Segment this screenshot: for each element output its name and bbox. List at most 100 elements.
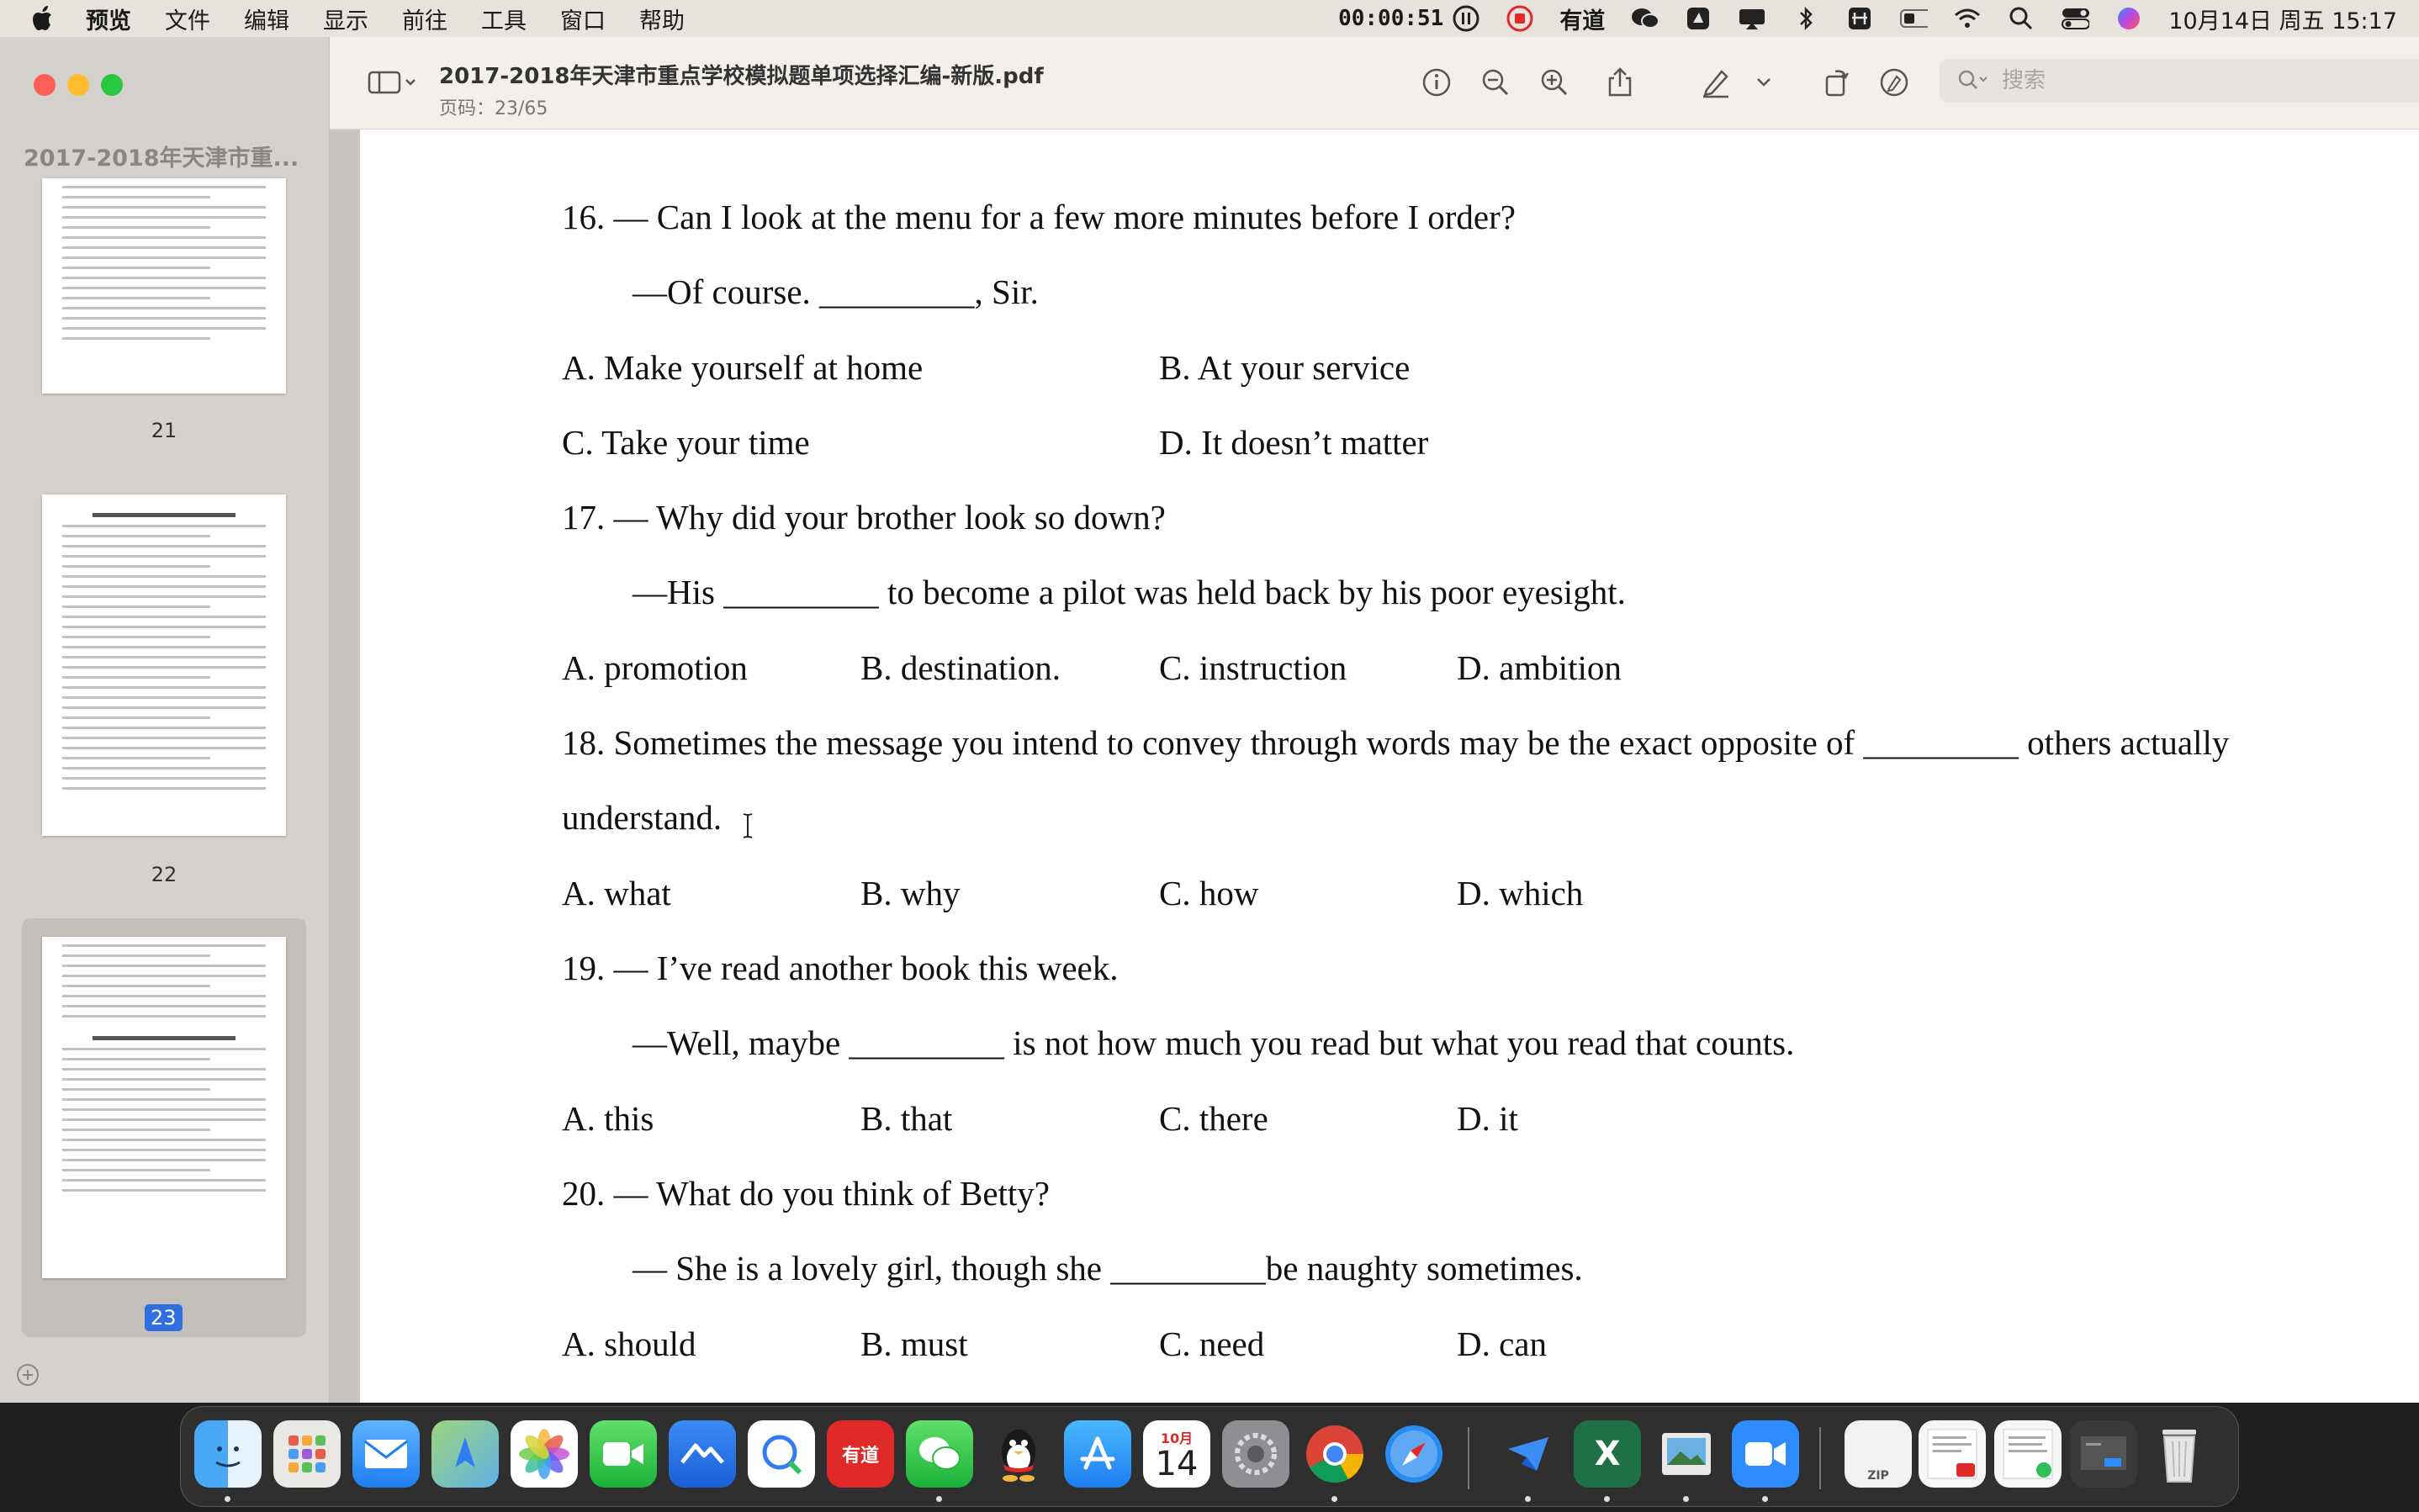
zip-file-icon[interactable]: ZIP <box>1845 1420 1912 1488</box>
question-17-option-d: D. ambition <box>1457 648 1622 687</box>
close-button[interactable] <box>34 74 56 96</box>
calendar-icon[interactable]: 10月 14 <box>1143 1420 1210 1488</box>
thumbnail-heading <box>93 1036 236 1040</box>
question-18-option-b: B. why <box>860 874 961 912</box>
annotate-circle-icon[interactable] <box>1876 64 1913 101</box>
mail-icon[interactable] <box>352 1420 420 1488</box>
calendar-day: 14 <box>1155 1445 1199 1483</box>
pause-icon[interactable] <box>1452 5 1480 32</box>
screen-mirror-icon[interactable] <box>1738 6 1766 31</box>
document-view[interactable]: 16. — Can I look at the menu for a few m… <box>330 130 2419 1403</box>
apple-icon[interactable] <box>32 4 57 33</box>
siri-icon[interactable] <box>2115 6 2143 31</box>
thumbnail-heading <box>93 513 236 517</box>
messages-search-icon[interactable] <box>748 1420 815 1488</box>
maps-icon[interactable] <box>431 1420 499 1488</box>
markup-pen-icon[interactable] <box>1697 64 1734 101</box>
finder-icon[interactable] <box>194 1420 262 1488</box>
downloads-stack-icon[interactable] <box>1919 1420 1986 1488</box>
system-settings-icon[interactable] <box>1222 1420 1289 1488</box>
rotate-icon[interactable] <box>1817 64 1854 101</box>
recording-timer: 00:00:51 <box>1338 6 1444 31</box>
page-thumbnail-21[interactable] <box>42 178 286 394</box>
search-icon <box>1958 70 1988 89</box>
photos-icon[interactable] <box>511 1420 578 1488</box>
running-indicator <box>1683 1496 1689 1502</box>
question-16-option-b: B. At your service <box>1159 348 1411 387</box>
chrome-icon[interactable] <box>1301 1420 1368 1488</box>
clock-datetime[interactable]: 10月14日 周五 15:17 <box>2168 3 2397 35</box>
document-info: 2017-2018年天津市重点学校模拟题单项选择汇编-新版.pdf 页码：23/… <box>439 59 1044 120</box>
page-thumbnail-22[interactable] <box>42 494 286 836</box>
info-icon[interactable] <box>1418 64 1455 101</box>
pdf-page[interactable]: 16. — Can I look at the menu for a few m… <box>360 130 2419 1403</box>
stop-record-icon[interactable] <box>1506 5 1534 32</box>
feishu-dock-icon[interactable] <box>1495 1420 1562 1488</box>
running-indicator <box>1331 1496 1337 1502</box>
lark-icon[interactable] <box>669 1420 736 1488</box>
question-18-stem-cont: understand. <box>562 798 723 837</box>
text-cursor-icon <box>743 813 753 838</box>
minimize-button[interactable] <box>67 74 89 96</box>
add-plus-icon[interactable] <box>15 1362 40 1388</box>
preview-app-icon[interactable] <box>1653 1420 1720 1488</box>
running-indicator <box>1604 1496 1610 1502</box>
zoom-in-icon[interactable] <box>1536 64 1573 101</box>
sidebar-toggle-icon[interactable] <box>363 64 422 101</box>
menu-edit[interactable]: 编辑 <box>244 3 289 35</box>
safari-icon[interactable] <box>1380 1420 1448 1488</box>
menu-bar: 预览 文件 编辑 显示 前往 工具 窗口 帮助 00:00:51 有道 10月1… <box>0 0 2419 37</box>
documents-stack-icon[interactable] <box>1994 1420 2062 1488</box>
input-method-icon[interactable] <box>1845 6 1874 31</box>
app-store-icon[interactable] <box>1064 1420 1131 1488</box>
youdao-dock-label: 有道 <box>841 1446 879 1467</box>
screenshots-stack-icon[interactable] <box>2070 1420 2137 1488</box>
thumbnail-sidebar: 2017-2018年天津市重... 21 22 23 <box>0 37 330 1403</box>
control-center-icon[interactable] <box>2061 6 2090 31</box>
menu-app-preview[interactable]: 预览 <box>86 3 131 35</box>
question-19-stem: 19. — I’ve read another book this week. <box>562 949 1119 987</box>
page-number-21: 21 <box>151 419 177 442</box>
qq-icon[interactable] <box>985 1420 1052 1488</box>
question-20-option-b: B. must <box>860 1324 968 1363</box>
trash-icon[interactable] <box>2146 1420 2213 1488</box>
menu-help[interactable]: 帮助 <box>639 3 685 35</box>
excel-letter: X <box>1594 1435 1621 1473</box>
menu-view[interactable]: 显示 <box>323 3 368 35</box>
question-19-option-a: A. this <box>562 1099 654 1138</box>
launchpad-icon[interactable] <box>273 1420 341 1488</box>
zoom-app-icon[interactable] <box>1732 1420 1799 1488</box>
wifi-icon[interactable] <box>1953 6 1982 31</box>
share-icon[interactable] <box>1601 64 1638 101</box>
search-field[interactable] <box>1940 59 2419 103</box>
bluetooth-icon[interactable] <box>1792 6 1820 31</box>
chevron-down-icon[interactable] <box>1751 64 1776 101</box>
youdao-menu-item[interactable]: 有道 <box>1559 3 1605 35</box>
menu-file[interactable]: 文件 <box>165 3 210 35</box>
spotlight-search-icon[interactable] <box>2007 6 2035 31</box>
question-17-option-b: B. destination. <box>860 648 1061 687</box>
zoom-out-icon[interactable] <box>1477 64 1514 101</box>
question-18-option-c: C. how <box>1159 874 1259 912</box>
document-title: 2017-2018年天津市重点学校模拟题单项选择汇编-新版.pdf <box>439 64 1044 89</box>
running-indicator <box>1525 1496 1531 1502</box>
search-input[interactable] <box>2002 68 2338 93</box>
zoom-button[interactable] <box>101 74 123 96</box>
excel-icon[interactable]: X <box>1574 1420 1641 1488</box>
question-16-response: —Of course. _________, Sir. <box>633 272 1039 311</box>
menu-go[interactable]: 前往 <box>402 3 447 35</box>
facetime-icon[interactable] <box>590 1420 657 1488</box>
page-thumbnail-23[interactable] <box>42 937 286 1278</box>
battery-icon[interactable] <box>1899 6 1929 31</box>
running-indicator <box>225 1496 230 1502</box>
question-18-stem: 18. Sometimes the message you intend to … <box>562 723 2230 762</box>
dock-separator <box>1468 1427 1469 1489</box>
feishu-icon[interactable] <box>1684 6 1712 31</box>
wechat-icon[interactable] <box>1630 6 1659 31</box>
menu-window[interactable]: 窗口 <box>560 3 606 35</box>
window-controls <box>34 74 135 96</box>
youdao-dict-icon[interactable]: 有道 <box>827 1420 894 1488</box>
question-20-stem: 20. — What do you think of Betty? <box>562 1174 1051 1213</box>
menu-tools[interactable]: 工具 <box>481 3 527 35</box>
wechat-dock-icon[interactable] <box>906 1420 973 1488</box>
